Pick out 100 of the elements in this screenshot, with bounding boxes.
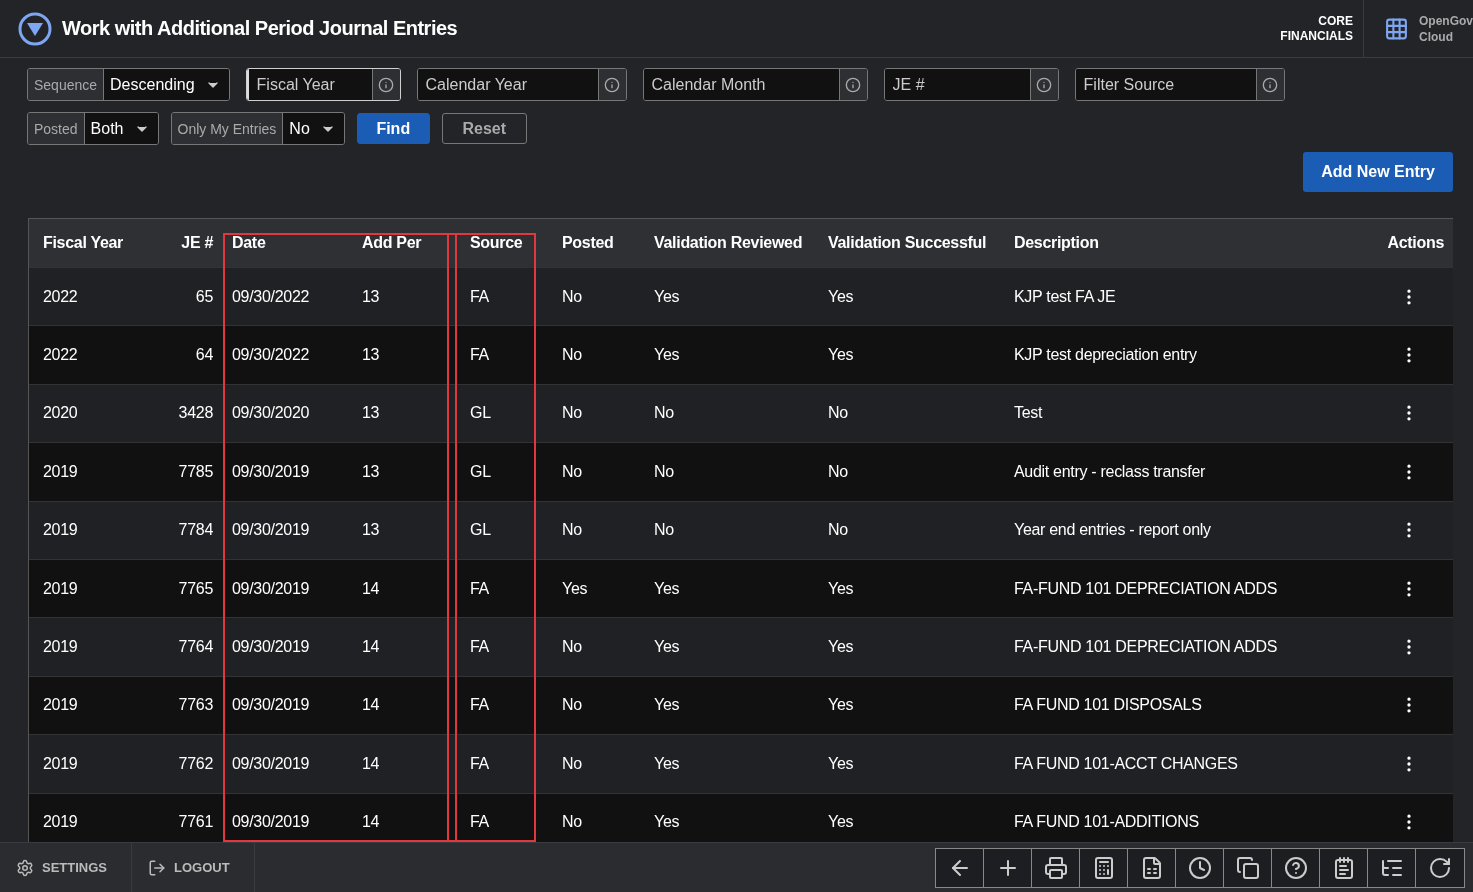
table-cell-text: KJP test depreciation entry: [1013, 346, 1198, 365]
table-row[interactable]: 2019 7785 09/30/2019 13 GL No No No Audit entry - reclass transfer: [29, 442, 1453, 501]
find-button[interactable]: Find: [356, 113, 430, 144]
add-new-entry-button[interactable]: Add New Entry: [1303, 152, 1453, 192]
column-header[interactable]: Validation Successful: [819, 234, 1005, 252]
table-cell-text: Year end entries - report only: [1013, 521, 1212, 540]
table-cell-text: 14: [361, 813, 381, 832]
help-icon[interactable]: [1272, 848, 1320, 887]
table-row[interactable]: 2020 3428 09/30/2020 13 GL No No No Test: [29, 383, 1453, 443]
table-cell-text: 7764: [177, 638, 214, 657]
table-cell-text: 14: [361, 638, 381, 657]
column-header[interactable]: Fiscal Year: [29, 234, 149, 252]
table-cell-text: No: [653, 521, 675, 540]
table-cell-text: 2019: [42, 754, 79, 773]
column-header[interactable]: Source: [461, 234, 553, 252]
print-icon[interactable]: [1032, 848, 1080, 887]
table-cell-text: Yes: [827, 696, 855, 715]
dropdown-label: Only My Entries: [171, 113, 284, 144]
table-cell-text: Yes: [827, 638, 855, 657]
table-cell-text: 2019: [42, 579, 79, 598]
column-header[interactable]: Description: [1005, 234, 1295, 252]
info-icon[interactable]: [1255, 69, 1284, 100]
table-cell-text: 13: [361, 462, 381, 481]
table-cell-text: 13: [361, 521, 381, 540]
table-cell-text: 09/30/2019: [231, 462, 311, 481]
table-cell-text: 09/30/2019: [231, 813, 311, 832]
copy-icon[interactable]: [1224, 848, 1272, 887]
input-field[interactable]: JE #: [883, 68, 1059, 101]
info-icon[interactable]: [371, 69, 400, 100]
footer-link-label: SETTINGS: [42, 860, 107, 875]
column-header[interactable]: Date: [223, 234, 353, 252]
table-cell-text: Test: [1013, 404, 1044, 423]
info-icon[interactable]: [1029, 69, 1058, 100]
table-cell-text: No: [827, 404, 849, 423]
column-header[interactable]: Validation Reviewed: [645, 234, 819, 252]
dropdown[interactable]: Only My Entries No: [170, 112, 345, 145]
table-cell-text: 2019: [42, 813, 79, 832]
table-cell-text: Yes: [561, 579, 589, 598]
column-header[interactable]: Actions: [1295, 234, 1453, 252]
table-cell-text: 14: [361, 754, 381, 773]
table-cell-text: 09/30/2019: [231, 754, 311, 773]
table-row[interactable]: 2019 7764 09/30/2019 14 FA No Yes Yes FA-FUND 101 DEPRECIATION ADDS: [29, 617, 1453, 676]
table-cell-text: 09/30/2019: [231, 521, 311, 540]
table-cell-text: 13: [361, 404, 381, 423]
tree-icon[interactable]: [1368, 848, 1416, 887]
info-icon[interactable]: [597, 69, 626, 100]
table-cell-text: FA: [469, 813, 490, 832]
table-row[interactable]: 2019 7784 09/30/2019 13 GL No No No Year end entries - report only: [29, 500, 1453, 559]
logout-link[interactable]: LOGOUT: [132, 842, 255, 892]
table-cell-text: 2019: [42, 696, 79, 715]
table-cell-text: 09/30/2019: [231, 579, 311, 598]
table-cell-text: 2019: [42, 521, 79, 540]
table-cell-text: KJP test FA JE: [1013, 287, 1117, 306]
table-cell-text: FA: [469, 696, 490, 715]
settings-link[interactable]: SETTINGS: [0, 842, 132, 892]
logout-icon: [148, 858, 166, 877]
dropdown-value: No: [289, 119, 310, 138]
input-field[interactable]: Calendar Year: [416, 68, 627, 101]
table-row[interactable]: 2022 65 09/30/2022 13 FA No Yes Yes KJP test FA JE: [29, 267, 1453, 326]
input-field[interactable]: Filter Source: [1074, 68, 1285, 101]
input-field[interactable]: Calendar Month: [642, 68, 868, 101]
table-cell-text: Yes: [653, 579, 681, 598]
table-row[interactable]: 2022 64 09/30/2022 13 FA No Yes Yes KJP test depreciation entry: [29, 325, 1453, 384]
table-cell-text: No: [561, 813, 583, 832]
reset-button[interactable]: Reset: [441, 113, 527, 144]
dropdown[interactable]: Sequence Descending: [27, 68, 230, 101]
table-cell-text: FA: [469, 346, 490, 365]
table-cell-text: Yes: [827, 813, 855, 832]
dropdown-value: Descending: [110, 75, 195, 94]
add-icon[interactable]: [984, 848, 1032, 887]
column-header[interactable]: JE #: [149, 234, 223, 252]
calculator-icon[interactable]: [1080, 848, 1128, 887]
table-cell-text: 14: [361, 579, 381, 598]
table-cell-text: No: [561, 754, 583, 773]
table-cell-text: 7761: [177, 813, 214, 832]
table-cell-text: FA: [469, 638, 490, 657]
notes-icon[interactable]: [1320, 848, 1368, 887]
table-cell-text: 7765: [177, 579, 214, 598]
table-cell-text: Yes: [827, 579, 855, 598]
table-row[interactable]: 2019 7762 09/30/2019 14 FA No Yes Yes FA FUND 101-ACCT CHANGES: [29, 734, 1453, 793]
table-cell-text: Yes: [653, 754, 681, 773]
table-cell-text: FA: [469, 579, 490, 598]
column-header[interactable]: Add Per: [353, 234, 461, 252]
table-cell-text: 14: [361, 696, 381, 715]
table-cell-text: GL: [469, 521, 492, 540]
table-cell-text: FA-FUND 101 DEPRECIATION ADDS: [1013, 638, 1279, 657]
table-cell-text: 2019: [42, 638, 79, 657]
column-header[interactable]: Posted: [553, 234, 645, 252]
table-cell-text: 7785: [177, 462, 214, 481]
table-cell-text: 7784: [177, 521, 214, 540]
refresh-icon[interactable]: [1416, 848, 1464, 887]
table-row[interactable]: 2019 7763 09/30/2019 14 FA No Yes Yes FA FUND 101 DISPOSALS: [29, 675, 1453, 735]
dropdown-value: Both: [90, 119, 124, 138]
table-row[interactable]: 2019 7761 09/30/2019 14 FA No Yes Yes FA FUND 101-ADDITIONS: [29, 792, 1453, 842]
table-cell-text: Yes: [827, 346, 855, 365]
back-icon[interactable]: [936, 848, 984, 887]
schedule-icon[interactable]: [1176, 848, 1224, 887]
info-icon[interactable]: [838, 69, 867, 100]
dropdown[interactable]: Posted Both: [27, 112, 159, 145]
table-row[interactable]: 2019 7765 09/30/2019 14 FA Yes Yes Yes FA-FUND 101 DEPRECIATION ADDS: [29, 558, 1453, 618]
